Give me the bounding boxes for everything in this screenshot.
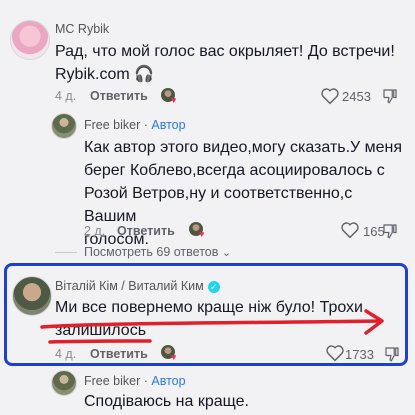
chevron-down-icon: ⌄ <box>221 247 232 259</box>
red-underline-annotation <box>40 309 384 344</box>
reply-button[interactable]: Ответить <box>90 347 148 361</box>
heart-outline-icon[interactable] <box>325 344 345 362</box>
comment-author-vitaliy-kim[interactable]: Віталій Кім / Виталий Ким ✓ <box>55 279 220 293</box>
replies-divider <box>55 252 77 253</box>
avatar-mc-rybik[interactable] <box>10 20 50 60</box>
comment-age: 4 д. <box>55 89 77 103</box>
author-tag: Автор <box>151 118 186 132</box>
liked-by-creator-heart-icon: ♥ <box>199 229 205 239</box>
comment-text-mc-rybik: Рад, что мой голос вас окрыляет! До встр… <box>55 43 395 83</box>
liked-by-creator-heart-icon: ♥ <box>171 95 177 105</box>
comment-author-free-biker[interactable]: Free biker · Автор <box>84 374 186 388</box>
comment-age: 4 д. <box>55 347 77 361</box>
verified-badge-icon: ✓ <box>207 281 220 293</box>
thumbs-down-outline-icon[interactable] <box>383 345 401 363</box>
like-count: 2453 <box>342 89 371 104</box>
avatar-free-biker[interactable] <box>51 113 77 139</box>
avatar-free-biker[interactable] <box>51 370 77 396</box>
like-count: 1733 <box>345 347 374 362</box>
heart-outline-icon[interactable] <box>340 221 360 239</box>
comment-text-free-biker-reply: Сподіваюсь на краще. <box>84 393 249 410</box>
author-tag: Автор <box>151 374 186 388</box>
reply-button[interactable]: Ответить <box>90 89 148 103</box>
heart-outline-icon[interactable] <box>320 87 340 105</box>
comment-author-free-biker[interactable]: Free biker · Автор <box>84 118 186 132</box>
reply-button[interactable]: Ответить <box>117 224 175 238</box>
comment-author-mc-rybik[interactable]: MC Rybik <box>55 22 109 36</box>
thumbs-down-outline-icon[interactable] <box>381 222 399 240</box>
comment-age: 2 д. <box>84 224 106 238</box>
thumbs-down-outline-icon[interactable] <box>381 87 399 105</box>
view-replies-link[interactable]: Посмотреть 69 ответов ⌄ <box>84 245 231 259</box>
liked-by-creator-heart-icon: ♥ <box>171 352 177 362</box>
